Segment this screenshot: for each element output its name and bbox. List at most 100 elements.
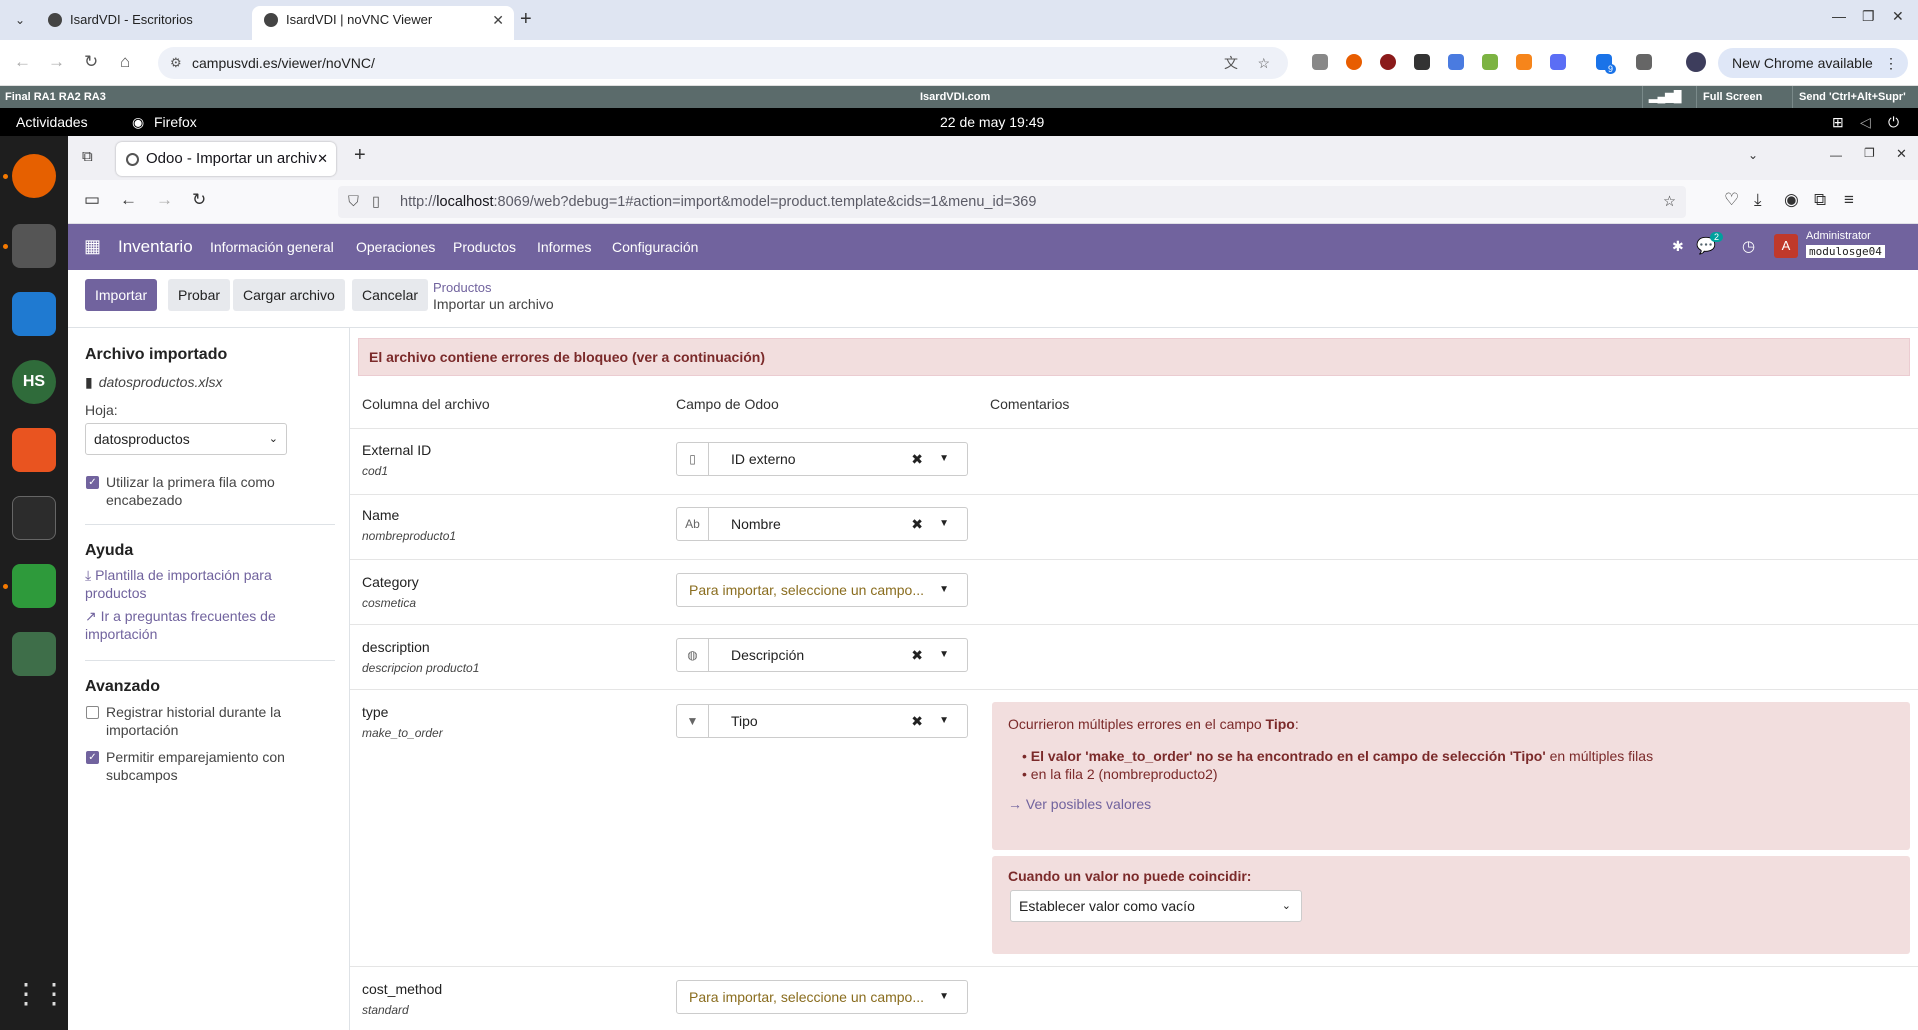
extensions-icon[interactable]: ⧉	[1814, 190, 1826, 210]
firefox-view-icon[interactable]: ⧉	[82, 148, 93, 165]
test-button[interactable]: Probar	[168, 279, 231, 311]
subfields-checkbox[interactable]: ✓	[86, 751, 99, 764]
menu-productos[interactable]: Productos	[453, 239, 516, 255]
app-switcher-icon[interactable]: ▦	[84, 236, 101, 257]
minimize-icon[interactable]: —	[1832, 8, 1846, 24]
load-file-button[interactable]: Cargar archivo	[233, 279, 345, 311]
field-select-cost-method[interactable]: Para importar, seleccione un campo... ▼	[676, 980, 968, 1014]
menu-informacion-general[interactable]: Información general	[210, 239, 334, 255]
menu-informes[interactable]: Informes	[537, 239, 591, 255]
extension-icon[interactable]	[1550, 54, 1566, 70]
app-menu[interactable]: Firefox	[154, 108, 197, 136]
extension-icon[interactable]	[1312, 54, 1328, 70]
caret-down-icon[interactable]: ▼	[939, 574, 949, 606]
extension-icon[interactable]	[1346, 54, 1362, 70]
close-icon[interactable]: ✕	[492, 6, 504, 34]
minimize-icon[interactable]: —	[1830, 148, 1842, 162]
sheet-select[interactable]: datosproductos ⌄	[85, 423, 287, 455]
faq-link[interactable]: ↗ Ir a preguntas frecuentes de importaci…	[85, 607, 285, 643]
close-icon[interactable]: ✕	[317, 142, 328, 176]
forward-icon[interactable]: →	[156, 190, 173, 210]
extension-icon[interactable]	[1448, 54, 1464, 70]
power-icon[interactable]: ⏻	[1888, 108, 1899, 136]
menu-configuracion[interactable]: Configuración	[612, 239, 698, 255]
clear-icon[interactable]: ✖	[911, 639, 923, 671]
back-icon[interactable]: ←	[120, 190, 137, 210]
extension-icon[interactable]	[1380, 54, 1396, 70]
reload-icon[interactable]: ↻	[192, 190, 206, 210]
forward-icon[interactable]: →	[48, 52, 65, 72]
reload-icon[interactable]: ↻	[84, 52, 98, 72]
field-select-category[interactable]: Para importar, seleccione un campo... ▼	[676, 573, 968, 607]
track-history-checkbox[interactable]	[86, 706, 99, 719]
first-row-header-checkbox[interactable]: ✓	[86, 476, 99, 489]
restore-icon[interactable]: ❐	[1864, 146, 1875, 160]
see-possible-values-link[interactable]: → Ver posibles valores	[1008, 796, 1151, 812]
translate-icon[interactable]: 文	[1224, 47, 1238, 79]
kebab-menu-icon[interactable]: ⋮	[1884, 48, 1898, 78]
extension-icon[interactable]	[1414, 54, 1430, 70]
field-select-external-id[interactable]: ▯ ID externo ✖ ▼	[676, 442, 968, 476]
profile-avatar[interactable]	[1686, 52, 1706, 72]
user-name[interactable]: Administrator	[1806, 230, 1871, 242]
caret-down-icon[interactable]: ▼	[939, 443, 949, 475]
clear-icon[interactable]: ✖	[911, 443, 923, 475]
sidebar-icon[interactable]: ▭	[84, 190, 100, 210]
import-button[interactable]: Importar	[85, 279, 158, 311]
new-chrome-available-button[interactable]: New Chrome available ⋮	[1718, 48, 1908, 78]
track-history-label[interactable]: Registrar historial durante la importaci…	[106, 703, 306, 739]
terminal-icon[interactable]	[12, 496, 56, 540]
tab-search-icon[interactable]: ⌄	[10, 10, 30, 30]
star-icon[interactable]: ☆	[1257, 47, 1270, 79]
home-icon[interactable]: ⌂	[120, 52, 130, 72]
vscode-icon[interactable]	[12, 292, 56, 336]
new-tab-icon[interactable]: +	[520, 8, 532, 31]
account-icon[interactable]: ◉	[1784, 190, 1799, 210]
site-info-icon[interactable]: ⚙	[170, 47, 182, 79]
clear-icon[interactable]: ✖	[911, 705, 923, 737]
clear-icon[interactable]: ✖	[911, 508, 923, 540]
app-grid-icon[interactable]: ⋮⋮⋮	[12, 972, 96, 1016]
signal-icon[interactable]: ▂▄▆█	[1642, 86, 1682, 108]
hamburger-menu-icon[interactable]: ≡	[1844, 190, 1854, 210]
breadcrumb-parent[interactable]: Productos	[433, 280, 492, 295]
chrome-tab-novnc[interactable]: IsardVDI | noVNC Viewer ✕	[252, 6, 514, 40]
software-center-icon[interactable]	[12, 428, 56, 472]
hs-app-icon[interactable]: HS	[12, 360, 56, 404]
chrome-address-bar[interactable]: ⚙ campusvdi.es/viewer/noVNC/ 文 ☆	[158, 47, 1288, 79]
field-select-type[interactable]: ▼ Tipo ✖ ▼	[676, 704, 968, 738]
close-window-icon[interactable]: ✕	[1896, 146, 1907, 162]
send-ctrl-alt-del-button[interactable]: Send 'Ctrl+Alt+Supr'	[1792, 86, 1912, 108]
pocket-icon[interactable]: ♡	[1724, 190, 1739, 210]
download-icon[interactable]: ⤓	[1754, 190, 1762, 210]
page-icon[interactable]: ▯	[372, 186, 380, 218]
clock[interactable]: 22 de may 19:49	[940, 108, 1044, 136]
back-icon[interactable]: ←	[14, 52, 31, 72]
spreadsheet-icon[interactable]	[12, 564, 56, 608]
new-tab-icon[interactable]: +	[354, 144, 366, 167]
caret-down-icon[interactable]: ▼	[939, 639, 949, 671]
list-tabs-icon[interactable]: ⌄	[1748, 148, 1758, 162]
network-icon[interactable]: ⊞	[1832, 108, 1844, 136]
user-avatar[interactable]: A	[1774, 234, 1798, 258]
trash-icon[interactable]	[12, 632, 56, 676]
restore-icon[interactable]: ❐	[1862, 8, 1875, 25]
firefox-url-bar[interactable]: ⛉ ▯ http://localhost:8069/web?debug=1#ac…	[338, 186, 1686, 218]
extension-icon[interactable]	[1516, 54, 1532, 70]
field-select-description[interactable]: ◍ Descripción ✖ ▼	[676, 638, 968, 672]
shield-icon[interactable]: ⛉	[348, 186, 359, 218]
caret-down-icon[interactable]: ▼	[939, 508, 949, 540]
firefox-tab-odoo[interactable]: Odoo - Importar un archiv ✕	[116, 142, 336, 176]
subfields-label[interactable]: Permitir emparejamiento con subcampos	[106, 748, 306, 784]
firefox-icon[interactable]	[12, 154, 56, 198]
first-row-header-label[interactable]: Utilizar la primera fila como encabezado	[106, 473, 306, 509]
activities-button[interactable]: Actividades	[16, 108, 88, 136]
activity-clock-icon[interactable]: ◷	[1742, 237, 1755, 255]
menu-operaciones[interactable]: Operaciones	[356, 239, 435, 255]
close-window-icon[interactable]: ✕	[1892, 8, 1904, 25]
caret-down-icon[interactable]: ▼	[939, 705, 949, 737]
caret-down-icon[interactable]: ▼	[939, 981, 949, 1013]
app-name[interactable]: Inventario	[118, 237, 193, 257]
cancel-button[interactable]: Cancelar	[352, 279, 429, 311]
volume-icon[interactable]: ◁	[1860, 108, 1871, 136]
